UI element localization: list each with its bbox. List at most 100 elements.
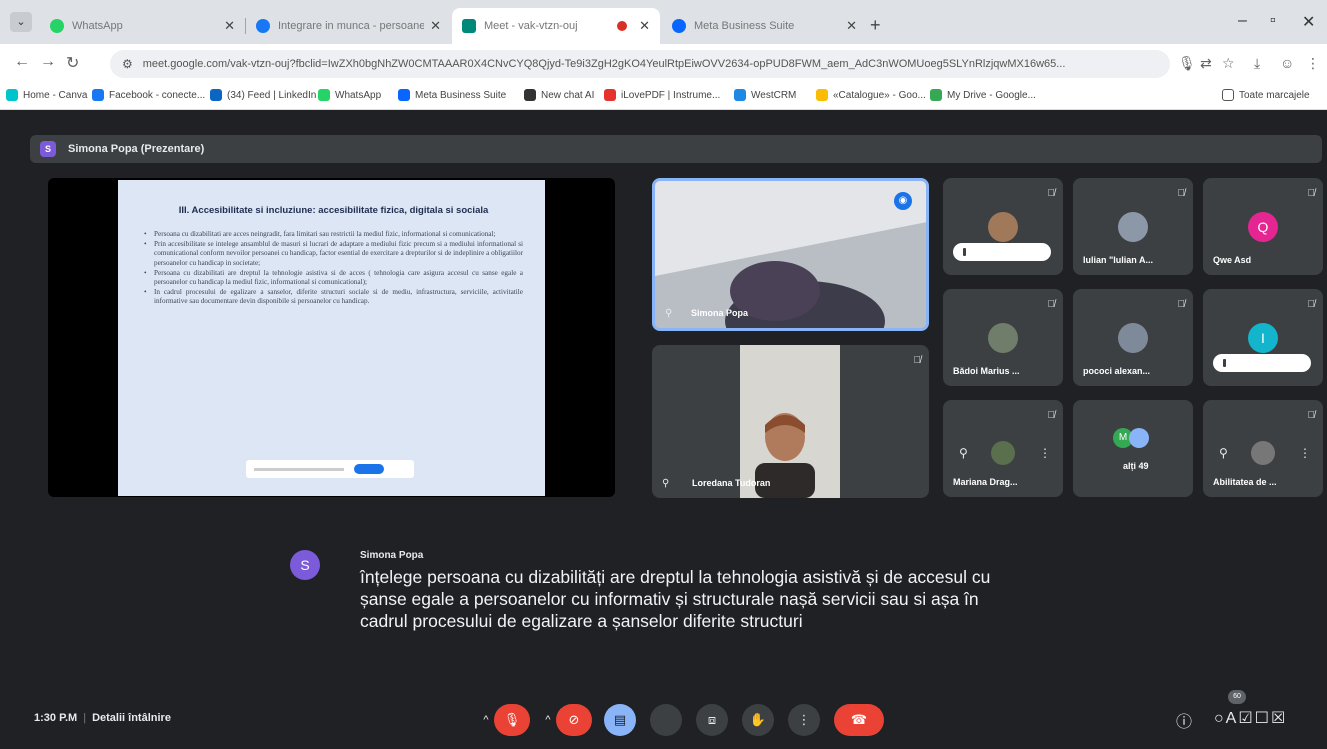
bookmark-westcrm[interactable]: WestCRM bbox=[734, 89, 796, 101]
bookmark-meta[interactable]: Meta Business Suite bbox=[398, 89, 506, 101]
bookmark-whatsapp[interactable]: WhatsApp bbox=[318, 89, 381, 101]
minimize-button[interactable]: – bbox=[1238, 12, 1247, 30]
screen-share-tile[interactable]: III. Accesibilitate si incluziune: acces… bbox=[48, 178, 615, 497]
ilovepdf-icon bbox=[604, 89, 616, 101]
meeting-details-button[interactable]: Detalii întâlnire bbox=[92, 712, 171, 724]
drive-icon bbox=[930, 89, 942, 101]
close-tab-icon[interactable]: ✕ bbox=[224, 18, 235, 34]
bookmarks-bar: Home - Canva Facebook - conecte... (34) … bbox=[0, 82, 1327, 110]
info-icon[interactable]: ⓘ bbox=[1176, 708, 1192, 732]
linkedin-icon bbox=[210, 89, 222, 101]
caption-avatar: S bbox=[290, 550, 320, 580]
tab-meet[interactable]: Meet - vak-vtzn-ouj ✕ bbox=[452, 8, 660, 44]
participant-tile[interactable]: 🎙̸ ⚲ ⋮ Abilitatea de ... bbox=[1203, 400, 1323, 497]
video-options-button[interactable]: ^ bbox=[540, 704, 556, 736]
leave-call-button[interactable]: ☎ bbox=[834, 704, 884, 736]
participant-tile[interactable]: 🎙̸ ⚲ ⋮ Mariana Drag... bbox=[943, 400, 1063, 497]
recording-indicator-icon bbox=[617, 21, 628, 31]
all-bookmarks-button[interactable]: Toate marcajele bbox=[1222, 89, 1310, 101]
others-count-label: alți 49 bbox=[1123, 461, 1149, 471]
close-tab-icon[interactable]: ✕ bbox=[639, 18, 650, 34]
bookmark-linkedin[interactable]: (34) Feed | LinkedIn bbox=[210, 89, 316, 101]
tab-search-button[interactable]: ⌄ bbox=[10, 12, 32, 32]
audio-options-button[interactable]: ^ bbox=[478, 704, 494, 736]
pin-icon[interactable]: ⚲ bbox=[1219, 446, 1228, 460]
download-icon[interactable]: ⤓ bbox=[1254, 55, 1260, 72]
caption-text: înțelege persoana cu dizabilități are dr… bbox=[360, 567, 991, 631]
camera-off-button[interactable]: ⊘ bbox=[556, 704, 592, 736]
participant-name: pococi alexan... bbox=[1083, 366, 1151, 376]
star-icon[interactable]: ☆ bbox=[1222, 55, 1235, 72]
mic-off-button[interactable]: 🎙 bbox=[494, 704, 530, 736]
back-icon[interactable]: ← bbox=[14, 53, 30, 71]
more-options-icon[interactable]: ⋮ bbox=[1299, 446, 1311, 460]
close-tab-icon[interactable]: ✕ bbox=[430, 18, 441, 34]
participant-tile[interactable]: 🎙̸ Bădoi Marius ... bbox=[943, 289, 1063, 386]
participant-tile[interactable]: 🎙̸ bbox=[943, 178, 1063, 275]
pin-icon[interactable]: ⚲ bbox=[662, 478, 669, 489]
raise-hand-button[interactable]: ✋ bbox=[742, 704, 774, 736]
others-tile[interactable]: M alți 49 bbox=[1073, 400, 1193, 497]
speaking-indicator-icon: ◉ bbox=[894, 192, 912, 210]
participant-tile[interactable]: 🎙̸ Iulian "Iulian A... bbox=[1073, 178, 1193, 275]
url-input[interactable]: ⚙ meet.google.com/vak-vtzn-ouj?fbclid=Iw… bbox=[110, 50, 1170, 78]
bookmark-facebook[interactable]: Facebook - conecte... bbox=[92, 89, 205, 101]
mic-muted-icon: 🎙̸ bbox=[913, 355, 922, 366]
participant-tile[interactable]: 🎙̸ pococi alexan... bbox=[1073, 289, 1193, 386]
bookmark-canva[interactable]: Home - Canva bbox=[6, 89, 87, 101]
tab-integrare[interactable]: Integrare in munca - persoane ✕ bbox=[246, 8, 451, 44]
mic-muted-icon: 🎙̸ bbox=[1047, 188, 1056, 199]
bookmark-catalogue[interactable]: «Catalogue» - Goo... bbox=[816, 89, 926, 101]
browser-tab-strip: ⌄ WhatsApp ✕ Integrare in munca - persoa… bbox=[0, 0, 1327, 44]
microphone-icon[interactable]: 🎙 bbox=[1178, 55, 1196, 72]
mic-muted-icon: 🎙̸ bbox=[1177, 299, 1186, 310]
tile-hover-controls: ⚲ ⋮ bbox=[1213, 440, 1317, 466]
pin-icon[interactable]: ⚲ bbox=[665, 308, 672, 319]
mic-muted-icon: 🎙̸ bbox=[1307, 188, 1316, 199]
emoji-button[interactable] bbox=[650, 704, 682, 736]
participant-name: Loredana Tudoran bbox=[692, 478, 771, 488]
mic-muted-icon: 🎙̸ bbox=[1047, 299, 1056, 310]
slide-bullet: Prin accesibilitate se intelege ansamblu… bbox=[144, 240, 523, 268]
participant-tile[interactable]: 🎙̸ I bbox=[1203, 289, 1323, 386]
present-screen-button[interactable]: ⧈ bbox=[696, 704, 728, 736]
close-tab-icon[interactable]: ✕ bbox=[846, 18, 857, 34]
activities-icons[interactable]: ○A☑☐☒ bbox=[1214, 708, 1287, 728]
presentation-slide: III. Accesibilitate si incluziune: acces… bbox=[118, 180, 545, 496]
profile-icon[interactable]: ☺ bbox=[1280, 55, 1294, 71]
participant-name: Mariana Drag... bbox=[953, 477, 1018, 487]
reload-icon[interactable]: ↻ bbox=[66, 53, 79, 73]
avatar bbox=[1118, 323, 1148, 353]
bookmark-chat-ai[interactable]: New chat AI bbox=[524, 89, 594, 101]
participant-tile-speaker[interactable]: ◉ ⚲ Simona Popa bbox=[652, 178, 929, 331]
meeting-control-bar: 1:30 P.M | Detalii întâlnire ^ 🎙 ^ ⊘ ▤ ⧈ ✋… bbox=[0, 690, 1327, 749]
participant-tile[interactable]: 🎙̸ Q Qwe Asd bbox=[1203, 178, 1323, 275]
participant-name: Bădoi Marius ... bbox=[953, 366, 1020, 376]
pin-icon[interactable]: ⚲ bbox=[959, 446, 968, 460]
participant-name: Abilitatea de ... bbox=[1213, 477, 1277, 487]
site-info-icon[interactable]: ⚙ bbox=[122, 57, 133, 71]
more-options-button[interactable]: ⋮ bbox=[788, 704, 820, 736]
captions-button[interactable]: ▤ bbox=[604, 704, 636, 736]
facebook-icon bbox=[256, 19, 270, 33]
more-options-icon[interactable]: ⋮ bbox=[1039, 446, 1051, 460]
slide-embedded-widget bbox=[246, 460, 414, 478]
caption-speaker: Simona Popa bbox=[360, 550, 424, 561]
close-window-button[interactable]: ✕ bbox=[1302, 12, 1315, 32]
mic-muted-icon: 🎙̸ bbox=[1307, 410, 1316, 421]
meta-icon bbox=[672, 19, 686, 33]
tab-meta-business[interactable]: Meta Business Suite ✕ bbox=[662, 8, 867, 44]
forward-icon[interactable]: → bbox=[40, 53, 56, 71]
whatsapp-icon bbox=[318, 89, 330, 101]
bookmark-my-drive[interactable]: My Drive - Google... bbox=[930, 89, 1036, 101]
participant-tile-loredana[interactable]: 🎙̸ ⚲ Loredana Tudoran bbox=[652, 345, 929, 498]
slide-bullet-list: Persoana cu dizabilitati are acces neing… bbox=[144, 230, 523, 307]
presenter-avatar: S bbox=[40, 141, 56, 157]
translate-icon[interactable]: ⇄ bbox=[1200, 55, 1212, 72]
maximize-button[interactable]: ▫ bbox=[1270, 12, 1276, 30]
new-tab-button[interactable]: + bbox=[870, 15, 881, 36]
presenter-banner: S Simona Popa (Prezentare) bbox=[30, 135, 1322, 163]
kebab-menu-icon[interactable]: ⋮ bbox=[1306, 55, 1320, 72]
bookmark-ilovepdf[interactable]: iLovePDF | Instrume... bbox=[604, 89, 720, 101]
tab-whatsapp[interactable]: WhatsApp ✕ bbox=[40, 8, 246, 44]
